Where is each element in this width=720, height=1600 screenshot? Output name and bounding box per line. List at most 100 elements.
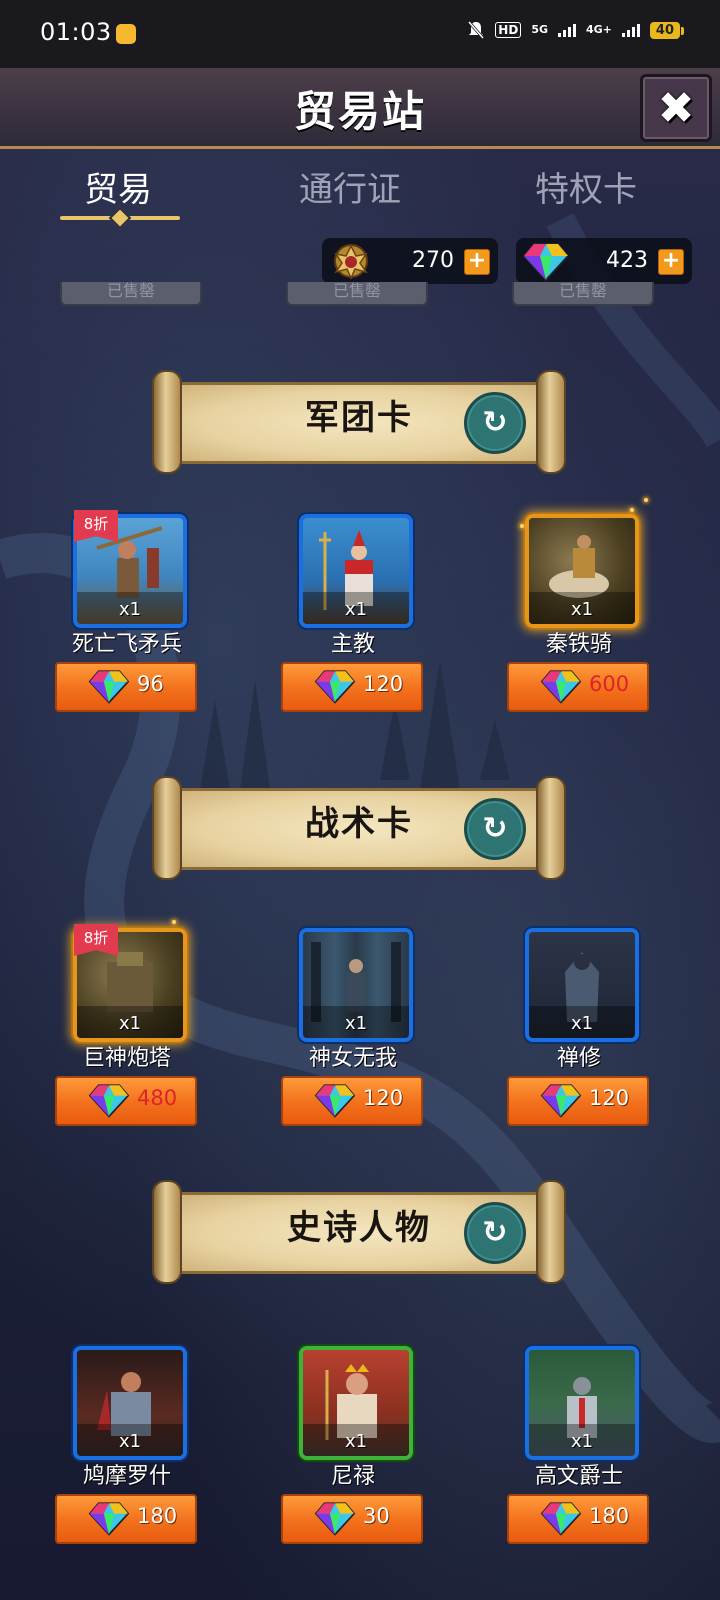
refresh-icon: ↻ bbox=[482, 1215, 508, 1250]
price-value: 96 bbox=[137, 672, 164, 696]
card-quantity: x1 bbox=[118, 599, 142, 620]
tab-privilege-card[interactable]: 特权卡 bbox=[496, 162, 676, 211]
buy-button[interactable]: 120 bbox=[281, 662, 423, 712]
battery-indicator: 40 bbox=[649, 21, 685, 39]
currency-gem: 423 + bbox=[516, 238, 692, 284]
header: 贸易站 ✖ bbox=[0, 68, 720, 149]
shop-card[interactable]: x1 秦铁骑 600 bbox=[504, 498, 654, 734]
card-quantity: x1 bbox=[570, 599, 594, 620]
refresh-icon: ↻ bbox=[482, 811, 508, 846]
status-bar: 01:03 HD 5G 4G+ 40 bbox=[0, 0, 720, 68]
tab-bar: 贸易 通行证 特权卡 bbox=[0, 156, 720, 230]
price-value: 180 bbox=[589, 1504, 630, 1528]
add-gem-button[interactable]: + bbox=[658, 249, 684, 275]
gem-icon bbox=[540, 1502, 582, 1536]
buy-button[interactable]: 96 bbox=[55, 662, 197, 712]
card-image-frame: x1 bbox=[73, 1346, 187, 1460]
buy-button[interactable]: 480 bbox=[55, 1076, 197, 1126]
card-image-frame: x1 bbox=[299, 928, 413, 1042]
card-name: 秦铁骑 bbox=[545, 632, 612, 657]
price-value: 600 bbox=[589, 672, 630, 696]
signal-icon-2 bbox=[621, 23, 640, 37]
shop-card[interactable]: x1 高文爵士 180 bbox=[504, 1346, 654, 1566]
section-banner-epic-characters: 史诗人物 ↻ bbox=[152, 1180, 566, 1284]
card-name: 禅修 bbox=[556, 1046, 601, 1071]
add-emblem-button[interactable]: + bbox=[464, 249, 490, 275]
shop-card[interactable]: x1 8折 巨神炮塔 480 bbox=[52, 920, 202, 1148]
gem-icon bbox=[88, 670, 130, 704]
sold-out-button: 已售罄 bbox=[60, 282, 202, 306]
emblem-icon bbox=[334, 244, 368, 280]
card-image-frame: x1 bbox=[299, 1346, 413, 1460]
status-indicators: HD 5G 4G+ 40 bbox=[467, 20, 685, 40]
refresh-button[interactable]: ↻ bbox=[464, 392, 526, 454]
hd-badge: HD bbox=[495, 22, 522, 38]
card-name: 巨神炮塔 bbox=[82, 1046, 171, 1071]
gem-icon bbox=[314, 670, 356, 704]
shop-card[interactable]: x1 禅修 120 bbox=[504, 928, 654, 1148]
price-value: 180 bbox=[137, 1504, 178, 1528]
shop-card[interactable]: x1 鸠摩罗什 180 bbox=[52, 1346, 202, 1566]
shop-card[interactable]: x1 8折 死亡飞矛兵 96 bbox=[52, 510, 202, 734]
buy-button[interactable]: 600 bbox=[507, 662, 649, 712]
signal-icon bbox=[558, 23, 576, 37]
shop-card[interactable]: x1 神女无我 120 bbox=[278, 928, 428, 1148]
page-title: 贸易站 bbox=[293, 87, 426, 136]
card-quantity: x1 bbox=[118, 1431, 142, 1452]
card-quantity: x1 bbox=[344, 599, 368, 620]
section-banner-legion: 军团卡 ↻ bbox=[152, 370, 566, 474]
gem-icon bbox=[88, 1502, 130, 1536]
status-time: 01:03 bbox=[40, 18, 112, 46]
card-quantity: x1 bbox=[118, 1013, 142, 1034]
buy-button[interactable]: 30 bbox=[281, 1494, 423, 1544]
gem-icon bbox=[522, 243, 570, 282]
card-image-frame: x1 bbox=[525, 1346, 639, 1460]
close-button[interactable]: ✖ bbox=[640, 74, 712, 142]
price-value: 120 bbox=[363, 672, 404, 696]
shop-card[interactable]: x1 主教 120 bbox=[278, 514, 428, 734]
emblem-amount: 270 bbox=[412, 248, 454, 273]
gem-icon bbox=[88, 1084, 130, 1118]
price-value: 120 bbox=[363, 1086, 404, 1110]
card-image-frame: x1 bbox=[525, 928, 639, 1042]
mute-icon bbox=[468, 21, 485, 39]
card-name: 主教 bbox=[330, 632, 375, 657]
gem-icon bbox=[540, 1084, 582, 1118]
close-icon: ✖ bbox=[657, 82, 695, 134]
price-value: 30 bbox=[363, 1504, 390, 1528]
refresh-icon: ↻ bbox=[482, 405, 508, 440]
card-quantity: x1 bbox=[570, 1431, 594, 1452]
section-banner-tactics: 战术卡 ↻ bbox=[152, 776, 566, 880]
sold-out-button: 已售罄 bbox=[286, 282, 428, 306]
gem-icon bbox=[540, 670, 582, 704]
network-5g: 5G bbox=[531, 23, 548, 36]
tab-trade[interactable]: 贸易 bbox=[28, 162, 208, 211]
shop-card[interactable]: x1 尼禄 30 bbox=[278, 1346, 428, 1566]
buy-button[interactable]: 120 bbox=[507, 1076, 649, 1126]
card-quantity: x1 bbox=[344, 1431, 368, 1452]
card-name: 神女无我 bbox=[308, 1046, 397, 1071]
card-quantity: x1 bbox=[344, 1013, 368, 1034]
refresh-button[interactable]: ↻ bbox=[464, 1202, 526, 1264]
app-notification-icon bbox=[116, 24, 136, 44]
buy-button[interactable]: 180 bbox=[507, 1494, 649, 1544]
card-image-frame: x1 bbox=[525, 514, 639, 628]
gem-icon bbox=[314, 1502, 356, 1536]
price-value: 480 bbox=[137, 1086, 178, 1110]
sold-out-button: 已售罄 bbox=[512, 282, 654, 306]
card-name: 高文爵士 bbox=[534, 1464, 623, 1489]
tab-pass[interactable]: 通行证 bbox=[260, 162, 440, 211]
card-name: 尼禄 bbox=[330, 1464, 375, 1489]
price-value: 120 bbox=[589, 1086, 630, 1110]
currency-emblem: 270 + bbox=[322, 238, 498, 284]
refresh-button[interactable]: ↻ bbox=[464, 798, 526, 860]
buy-button[interactable]: 180 bbox=[55, 1494, 197, 1544]
network-4g: 4G+ bbox=[586, 23, 612, 36]
card-name: 鸠摩罗什 bbox=[82, 1464, 171, 1489]
card-name: 死亡飞矛兵 bbox=[71, 632, 182, 657]
card-quantity: x1 bbox=[570, 1013, 594, 1034]
gem-icon bbox=[314, 1084, 356, 1118]
gem-amount: 423 bbox=[606, 248, 648, 273]
buy-button[interactable]: 120 bbox=[281, 1076, 423, 1126]
card-image-frame: x1 bbox=[299, 514, 413, 628]
